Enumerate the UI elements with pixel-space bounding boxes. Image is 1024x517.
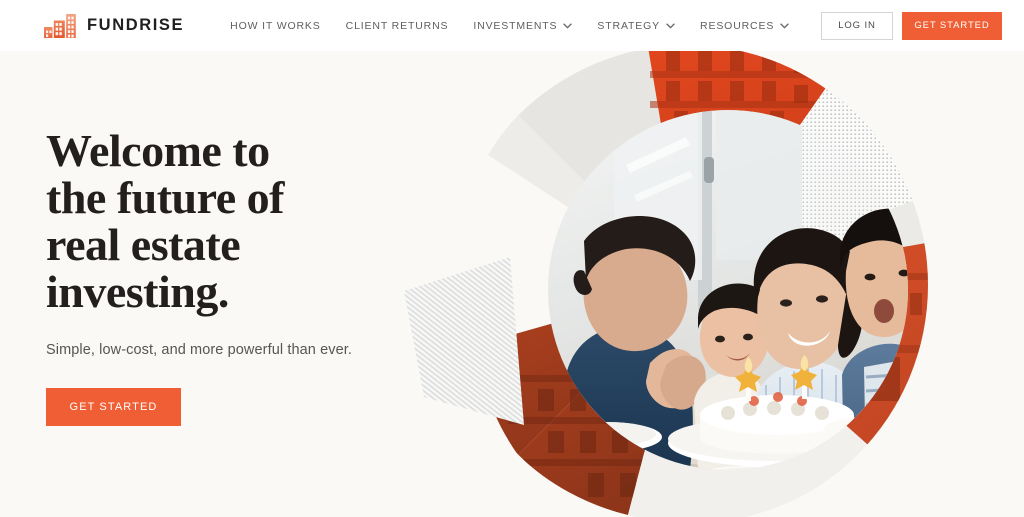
- header-get-started-button[interactable]: GET STARTED: [902, 11, 1002, 40]
- ring-panel-diagonal-texture: [404, 257, 524, 425]
- hero-subheadline: Simple, low-cost, and more powerful than…: [46, 342, 353, 358]
- headline-line: Welcome to: [46, 125, 270, 176]
- nav-label: STRATEGY: [597, 19, 661, 32]
- hero-section: Welcome to the future of real estate inv…: [0, 45, 1024, 517]
- headline-line: real estate: [46, 219, 241, 270]
- headline-line: investing.: [46, 266, 229, 317]
- buildings-logo-icon: [44, 13, 78, 38]
- nav-item-client-returns[interactable]: CLIENT RETURNS: [346, 20, 449, 32]
- log-in-button[interactable]: LOG IN: [821, 11, 893, 40]
- nav-label: HOW IT WORKS: [230, 19, 321, 32]
- nav-label: INVESTMENTS: [473, 19, 558, 32]
- brand-logo[interactable]: FUNDRISE: [44, 13, 185, 38]
- brand-name: FUNDRISE: [87, 16, 185, 34]
- chevron-down-icon: [780, 22, 790, 29]
- chevron-down-icon: [563, 22, 573, 29]
- hero-headline: Welcome to the future of real estate inv…: [46, 127, 406, 315]
- hero-get-started-button[interactable]: GET STARTED: [46, 388, 181, 426]
- nav-label: RESOURCES: [700, 19, 775, 32]
- main-navigation: HOW IT WORKS CLIENT RETURNS INVESTMENTS …: [230, 20, 814, 32]
- nav-item-resources[interactable]: RESOURCES: [700, 19, 790, 32]
- nav-item-investments[interactable]: INVESTMENTS: [473, 19, 573, 32]
- headline-line: the future of: [46, 172, 284, 223]
- landing-page: FUNDRISE HOW IT WORKS CLIENT RETURNS INV…: [0, 0, 1024, 517]
- chevron-down-icon: [666, 22, 675, 29]
- nav-label: CLIENT RETURNS: [345, 19, 449, 32]
- nav-item-how-it-works[interactable]: HOW IT WORKS: [230, 20, 321, 32]
- header-actions: LOG IN GET STARTED: [821, 0, 1002, 51]
- nav-item-strategy[interactable]: STRATEGY: [597, 20, 675, 32]
- hero-copy: Welcome to the future of real estate inv…: [46, 127, 406, 426]
- site-header: FUNDRISE HOW IT WORKS CLIENT RETURNS INV…: [0, 0, 1024, 51]
- hero-artwork: [398, 45, 1024, 517]
- hero-collage-svg: [404, 45, 928, 517]
